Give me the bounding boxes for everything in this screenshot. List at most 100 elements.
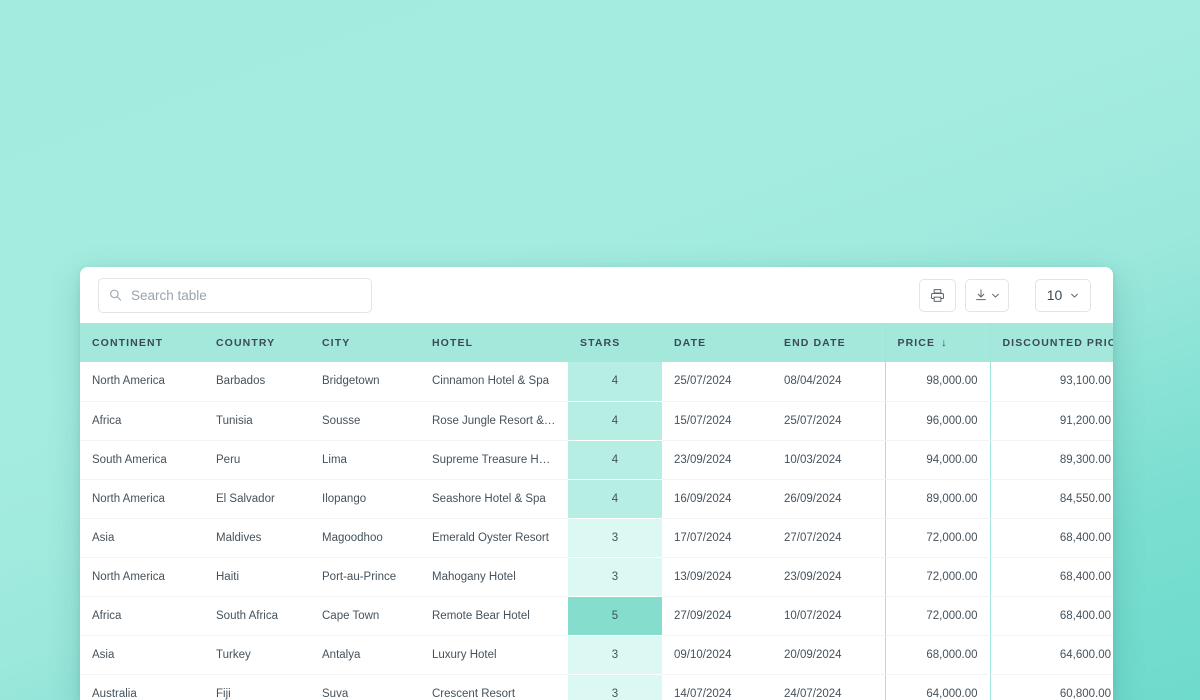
column-header-date[interactable]: DATE: [662, 323, 772, 362]
column-header-stars[interactable]: STARS: [568, 323, 662, 362]
chevron-down-icon: [1070, 291, 1079, 300]
table-row[interactable]: AfricaTunisiaSousseRose Jungle Resort & …: [80, 401, 1113, 440]
column-header-discount[interactable]: DISCOUNTED PRICE: [990, 323, 1113, 362]
cell-end_date: 20/09/2024: [772, 635, 885, 674]
column-header-continent[interactable]: CONTINENT: [80, 323, 204, 362]
table-row[interactable]: South AmericaPeruLimaSupreme Treasure Ho…: [80, 440, 1113, 479]
cell-country: Fiji: [204, 674, 310, 700]
cell-end_date: 26/09/2024: [772, 479, 885, 518]
chevron-down-icon: [991, 291, 1000, 300]
cell-country: Tunisia: [204, 401, 310, 440]
cell-continent: North America: [80, 362, 204, 401]
cell-discount: 89,300.00: [990, 440, 1113, 479]
column-header-label: COUNTRY: [216, 337, 275, 349]
cell-country: Peru: [204, 440, 310, 479]
cell-country: Maldives: [204, 518, 310, 557]
column-header-city[interactable]: CITY: [310, 323, 420, 362]
rows-per-page-select[interactable]: 10: [1035, 279, 1091, 312]
cell-price: 96,000.00: [885, 401, 990, 440]
table-row[interactable]: North AmericaBarbadosBridgetownCinnamon …: [80, 362, 1113, 401]
cell-date: 16/09/2024: [662, 479, 772, 518]
cell-city: Suva: [310, 674, 420, 700]
cell-date: 25/07/2024: [662, 362, 772, 401]
column-header-end_date[interactable]: END DATE: [772, 323, 885, 362]
cell-date: 09/10/2024: [662, 635, 772, 674]
cell-hotel: Seashore Hotel & Spa: [420, 479, 568, 518]
table-header-row: CONTINENT COUNTRY CITY HOTEL STARSDATE END DA…: [80, 323, 1113, 362]
cell-discount: 93,100.00: [990, 362, 1113, 401]
cell-price: 72,000.00: [885, 518, 990, 557]
table-row[interactable]: North AmericaHaitiPort-au-PrinceMahogany…: [80, 557, 1113, 596]
cell-country: Barbados: [204, 362, 310, 401]
cell-price: 89,000.00: [885, 479, 990, 518]
cell-hotel: Rose Jungle Resort & Spa: [420, 401, 568, 440]
column-header-label: PRICE: [898, 337, 936, 349]
cell-country: Turkey: [204, 635, 310, 674]
rows-per-page-value: 10: [1047, 287, 1063, 303]
cell-discount: 84,550.00: [990, 479, 1113, 518]
table-row[interactable]: AsiaTurkeyAntalyaLuxury Hotel309/10/2024…: [80, 635, 1113, 674]
cell-country: Haiti: [204, 557, 310, 596]
cell-hotel: Emerald Oyster Resort: [420, 518, 568, 557]
cell-stars: 4: [568, 362, 662, 401]
search-input[interactable]: [98, 278, 372, 313]
export-download-button[interactable]: [965, 279, 1009, 312]
cell-date: 27/09/2024: [662, 596, 772, 635]
cell-continent: North America: [80, 479, 204, 518]
cell-city: Bridgetown: [310, 362, 420, 401]
cell-date: 14/07/2024: [662, 674, 772, 700]
column-header-hotel[interactable]: HOTEL: [420, 323, 568, 362]
cell-end_date: 25/07/2024: [772, 401, 885, 440]
table-header: CONTINENT COUNTRY CITY HOTEL STARSDATE END DA…: [80, 323, 1113, 362]
cell-continent: Asia: [80, 635, 204, 674]
table-toolbar: 10: [80, 267, 1113, 323]
cell-hotel: Luxury Hotel: [420, 635, 568, 674]
cell-country: South Africa: [204, 596, 310, 635]
cell-date: 15/07/2024: [662, 401, 772, 440]
cell-discount: 91,200.00: [990, 401, 1113, 440]
table-row[interactable]: AsiaMaldivesMagoodhooEmerald Oyster Reso…: [80, 518, 1113, 557]
cell-discount: 68,400.00: [990, 557, 1113, 596]
column-header-label: HOTEL: [432, 337, 473, 349]
cell-hotel: Cinnamon Hotel & Spa: [420, 362, 568, 401]
cell-end_date: 27/07/2024: [772, 518, 885, 557]
table-row[interactable]: AustraliaFijiSuvaCrescent Resort314/07/2…: [80, 674, 1113, 700]
column-header-price[interactable]: PRICE↓: [885, 323, 990, 362]
cell-city: Cape Town: [310, 596, 420, 635]
cell-continent: Africa: [80, 401, 204, 440]
cell-city: Magoodhoo: [310, 518, 420, 557]
cell-price: 94,000.00: [885, 440, 990, 479]
cell-end_date: 23/09/2024: [772, 557, 885, 596]
cell-continent: Asia: [80, 518, 204, 557]
cell-continent: Australia: [80, 674, 204, 700]
cell-discount: 68,400.00: [990, 596, 1113, 635]
column-header-label: CITY: [322, 337, 350, 349]
column-header-country[interactable]: COUNTRY: [204, 323, 310, 362]
cell-end_date: 10/07/2024: [772, 596, 885, 635]
cell-hotel: Supreme Treasure Hotel: [420, 440, 568, 479]
hotels-table: CONTINENT COUNTRY CITY HOTEL STARSDATE END DA…: [80, 323, 1113, 700]
table-row[interactable]: North AmericaEl SalvadorIlopangoSeashore…: [80, 479, 1113, 518]
cell-stars: 3: [568, 557, 662, 596]
cell-price: 68,000.00: [885, 635, 990, 674]
cell-stars: 5: [568, 596, 662, 635]
cell-price: 72,000.00: [885, 557, 990, 596]
table-row[interactable]: AfricaSouth AfricaCape TownRemote Bear H…: [80, 596, 1113, 635]
print-button[interactable]: [919, 279, 956, 312]
cell-discount: 68,400.00: [990, 518, 1113, 557]
cell-price: 98,000.00: [885, 362, 990, 401]
cell-continent: South America: [80, 440, 204, 479]
table-body: North AmericaBarbadosBridgetownCinnamon …: [80, 362, 1113, 700]
cell-price: 64,000.00: [885, 674, 990, 700]
cell-city: Sousse: [310, 401, 420, 440]
cell-discount: 60,800.00: [990, 674, 1113, 700]
cell-discount: 64,600.00: [990, 635, 1113, 674]
cell-city: Lima: [310, 440, 420, 479]
cell-city: Port-au-Prince: [310, 557, 420, 596]
column-header-label: END DATE: [784, 337, 846, 349]
toolbar-actions: 10: [919, 279, 1091, 312]
cell-price: 72,000.00: [885, 596, 990, 635]
cell-hotel: Remote Bear Hotel: [420, 596, 568, 635]
cell-stars: 4: [568, 440, 662, 479]
cell-stars: 3: [568, 518, 662, 557]
